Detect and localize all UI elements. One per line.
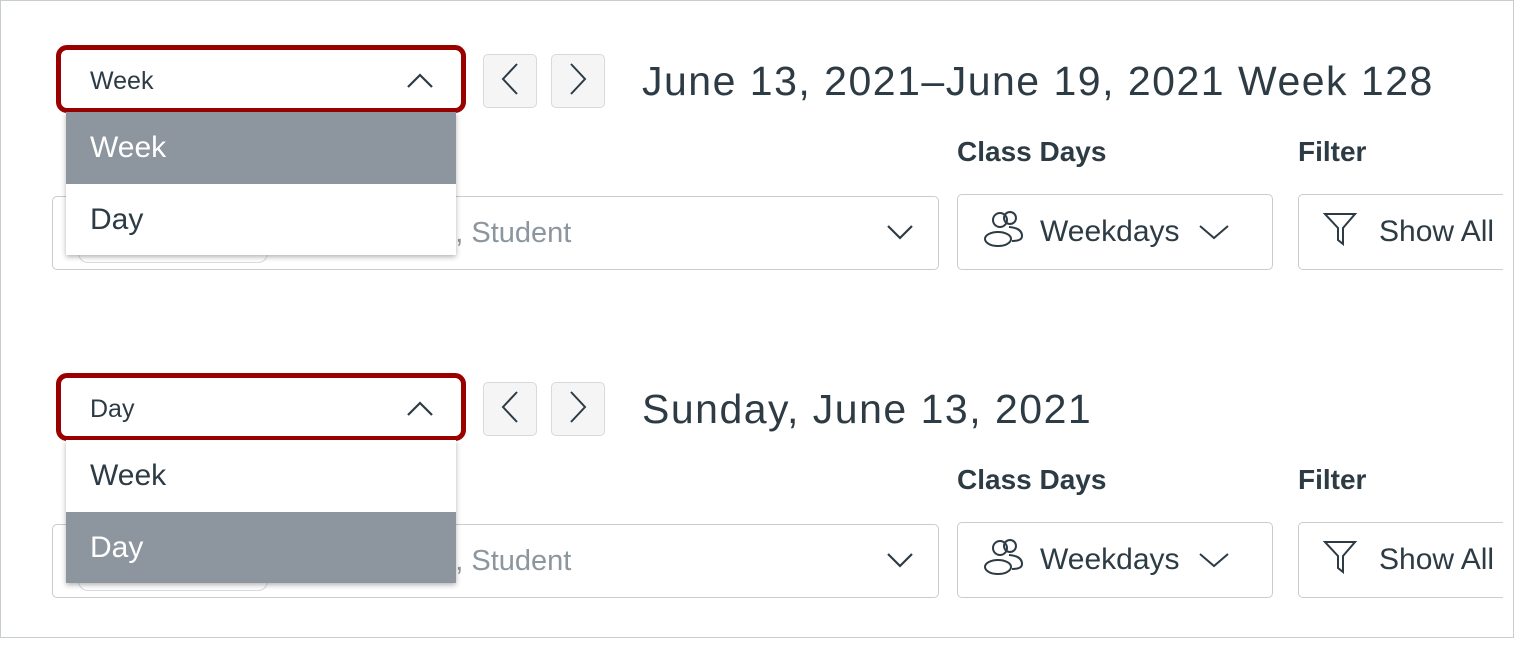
next-button[interactable] xyxy=(551,54,605,108)
filter-value: Show All xyxy=(1379,543,1495,576)
class-days-label: Class Days xyxy=(957,136,1107,167)
filter-label: Filter xyxy=(1298,136,1367,167)
option-week[interactable]: Week xyxy=(66,440,456,512)
filter-icon xyxy=(1322,538,1358,582)
view-options-menu: Week Day xyxy=(66,112,456,255)
chevron-right-icon xyxy=(568,62,588,101)
chevron-down-icon xyxy=(1198,543,1230,577)
class-days-select[interactable]: Weekdays xyxy=(957,522,1273,598)
filter-icon xyxy=(1322,210,1358,254)
filter-select[interactable]: Show All xyxy=(1298,522,1503,598)
chevron-right-icon xyxy=(568,390,588,429)
previous-button[interactable] xyxy=(483,382,537,436)
chevron-down-icon xyxy=(1198,215,1230,249)
chevron-up-icon xyxy=(406,72,434,95)
option-day[interactable]: Day xyxy=(66,184,456,256)
chevron-down-icon[interactable] xyxy=(886,551,914,574)
class-days-select[interactable]: Weekdays xyxy=(957,194,1273,270)
view-select-value: Day xyxy=(90,395,135,423)
chevron-down-icon[interactable] xyxy=(886,223,914,246)
users-icon xyxy=(982,208,1026,256)
view-select[interactable]: Day xyxy=(66,382,458,436)
option-week[interactable]: Week xyxy=(66,112,456,184)
calendar-panel: on, Student Class Days Weekdays Filter S… xyxy=(0,0,1516,320)
previous-button[interactable] xyxy=(483,54,537,108)
calendar-panel: on, Student Class Days Weekdays Filter S… xyxy=(0,328,1516,648)
filter-value: Show All xyxy=(1379,215,1495,248)
date-title: Sunday, June 13, 2021 xyxy=(642,386,1093,432)
option-day[interactable]: Day xyxy=(66,511,456,583)
view-select[interactable]: Week xyxy=(66,54,458,108)
chevron-left-icon xyxy=(500,390,520,429)
class-days-value: Weekdays xyxy=(1040,215,1180,248)
filter-label: Filter xyxy=(1298,464,1367,495)
view-options-menu: Week Day xyxy=(66,440,456,583)
users-icon xyxy=(982,536,1026,584)
date-title: June 13, 2021–June 19, 2021 Week 128 xyxy=(642,58,1434,104)
class-days-label: Class Days xyxy=(957,464,1107,495)
filter-select[interactable]: Show All xyxy=(1298,194,1503,270)
chevron-up-icon xyxy=(406,400,434,423)
view-select-value: Week xyxy=(90,67,154,95)
next-button[interactable] xyxy=(551,382,605,436)
class-days-value: Weekdays xyxy=(1040,543,1180,576)
chevron-left-icon xyxy=(500,62,520,101)
